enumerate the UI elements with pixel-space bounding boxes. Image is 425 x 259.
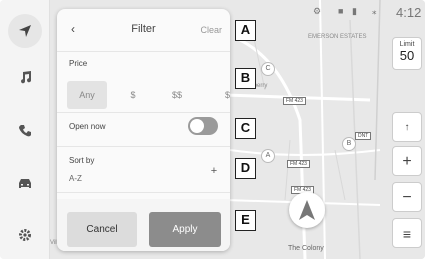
road-shield: FM 423 bbox=[287, 160, 310, 168]
price-option-1[interactable]: $ bbox=[115, 81, 151, 109]
map-poi[interactable]: C bbox=[261, 62, 275, 76]
map-label-emerson: EMERSON ESTATES bbox=[308, 34, 367, 40]
speed-limit-value: 50 bbox=[399, 48, 415, 63]
apply-button[interactable]: Apply bbox=[149, 212, 221, 247]
cancel-button[interactable]: Cancel bbox=[67, 212, 137, 247]
price-option-3[interactable]: $ bbox=[203, 81, 230, 109]
car-icon bbox=[19, 179, 31, 188]
divider bbox=[57, 192, 230, 193]
divider bbox=[57, 51, 230, 52]
speed-limit-label: Limit bbox=[399, 41, 415, 48]
price-options: Any $ $$ $ bbox=[67, 81, 230, 109]
sort-expand-button[interactable]: + bbox=[207, 164, 221, 178]
filter-panel: ‹ Filter Clear Price Any $ $$ $ Open now… bbox=[57, 9, 230, 251]
price-label: Price bbox=[69, 59, 88, 68]
navigation-arrow-icon bbox=[299, 200, 315, 220]
sidebar bbox=[0, 0, 50, 259]
signal-icon: ▮ bbox=[352, 6, 357, 16]
sidebar-item-navigation[interactable] bbox=[8, 14, 42, 48]
zoom-out-icon: − bbox=[402, 189, 412, 206]
speed-limit-sign: Limit 50 bbox=[392, 37, 422, 70]
open-now-label: Open now bbox=[69, 122, 106, 131]
sidebar-item-media[interactable] bbox=[8, 60, 42, 94]
price-option-any[interactable]: Any bbox=[67, 81, 107, 109]
callout-b: B bbox=[235, 68, 256, 89]
traffic-icon: ⚙ bbox=[313, 6, 322, 16]
bluetooth-icon: ⁎ bbox=[372, 6, 377, 16]
divider bbox=[57, 146, 230, 147]
sort-by-label: Sort by bbox=[69, 156, 95, 165]
road-shield: FM 423 bbox=[283, 97, 306, 105]
current-position-marker bbox=[289, 192, 325, 228]
zoom-in-button[interactable]: + bbox=[392, 146, 422, 176]
lock-icon: ■ bbox=[338, 6, 344, 16]
sidebar-item-vehicle[interactable] bbox=[8, 166, 42, 200]
sidebar-item-phone[interactable] bbox=[8, 114, 42, 148]
callout-e: E bbox=[235, 210, 256, 231]
open-now-toggle[interactable] bbox=[188, 117, 218, 135]
sidebar-item-settings[interactable] bbox=[8, 218, 42, 252]
zoom-in-icon: + bbox=[402, 153, 412, 170]
clock: 4:12 bbox=[396, 5, 422, 20]
divider bbox=[57, 112, 230, 113]
plus-icon: + bbox=[210, 165, 218, 177]
navigation-arrow-icon bbox=[19, 25, 31, 37]
filter-header: ‹ Filter Clear bbox=[57, 9, 230, 51]
price-option-2[interactable]: $$ bbox=[159, 81, 195, 109]
map-poi[interactable]: B bbox=[342, 137, 356, 151]
callout-d: D bbox=[235, 158, 256, 179]
road-shield: DNT bbox=[355, 132, 372, 140]
sort-by-value: A-Z bbox=[69, 174, 82, 183]
map-poi[interactable]: A bbox=[261, 149, 275, 163]
menu-icon: ≡ bbox=[402, 226, 412, 242]
callout-a: A bbox=[235, 20, 256, 41]
compass-button[interactable]: ↑ bbox=[392, 112, 422, 142]
callout-c: C bbox=[235, 118, 256, 139]
map-label-the-colony: The Colony bbox=[288, 245, 324, 252]
screen: EMERSON ESTATES Hackberry The Colony Vil… bbox=[0, 0, 425, 259]
gear-icon bbox=[19, 229, 31, 241]
music-note-icon bbox=[21, 71, 32, 84]
compass-icon: ↑ bbox=[404, 122, 410, 133]
toggle-knob bbox=[190, 119, 204, 133]
menu-button[interactable]: ≡ bbox=[392, 218, 422, 248]
phone-icon bbox=[19, 125, 31, 137]
clear-button[interactable]: Clear bbox=[200, 25, 222, 35]
zoom-out-button[interactable]: − bbox=[392, 182, 422, 212]
